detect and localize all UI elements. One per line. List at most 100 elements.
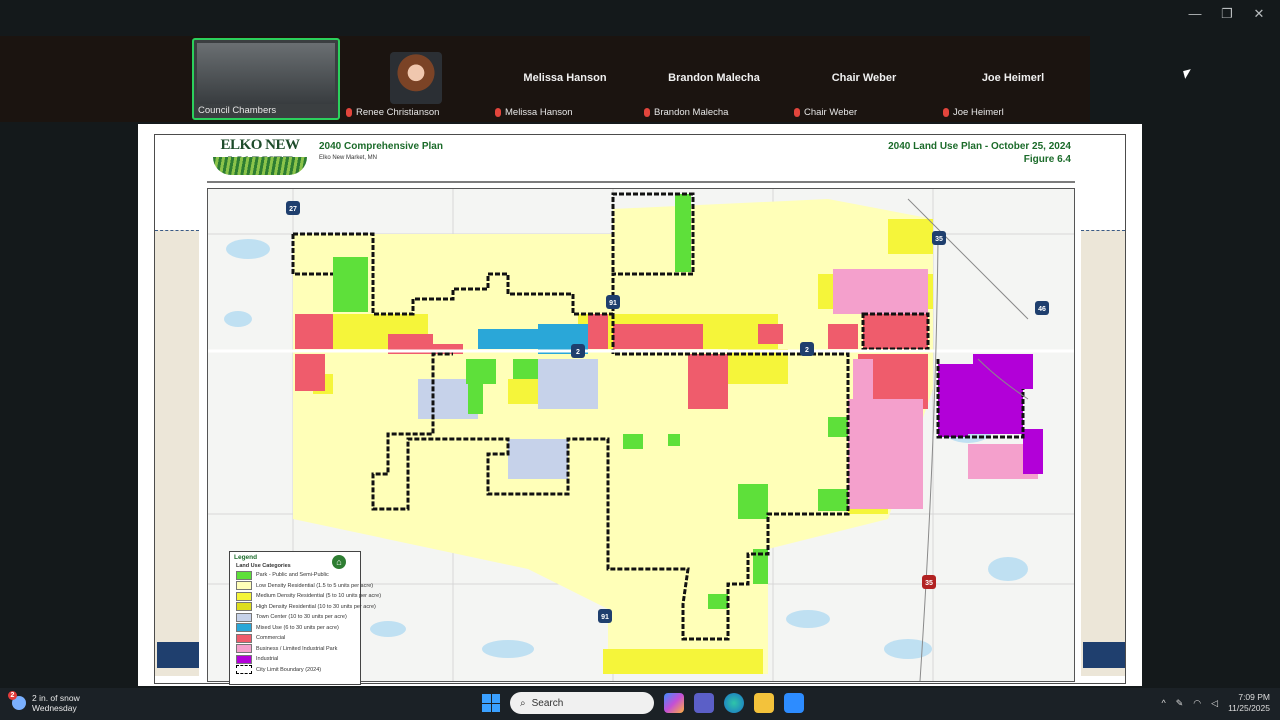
muted-mic-icon	[495, 108, 501, 117]
legend-item: Mixed Use (6 to 30 units per acre)	[236, 623, 381, 634]
legend-swatch	[236, 570, 252, 580]
muted-mic-icon	[644, 108, 650, 117]
svg-text:2: 2	[805, 347, 809, 354]
minimize-button[interactable]: —	[1188, 6, 1202, 22]
legend-label: Park - Public and Semi-Public	[256, 572, 329, 579]
participant-label: Melissa Hanson	[495, 107, 573, 118]
legend-label: High Density Residential (10 to 30 units…	[256, 603, 376, 610]
participant-label: Chair Weber	[794, 107, 857, 118]
participant-tile-council-chambers[interactable]: Council Chambers	[192, 38, 340, 120]
route-shield-35-icon: 35	[922, 575, 936, 589]
legend-list: Park - Public and Semi-Public Low Density…	[236, 570, 381, 675]
start-icon[interactable]	[482, 694, 500, 712]
slide-side-panel-left	[155, 230, 199, 676]
legend-label: Mixed Use (6 to 30 units per acre)	[256, 624, 339, 631]
participant-tile-brandon[interactable]: Brandon Malecha Brandon Malecha	[640, 38, 788, 120]
participant-label: Renee Christianson	[346, 107, 439, 118]
map-legend: Legend ⌂ Land Use Categories Park - Publ…	[229, 551, 381, 685]
svg-text:27: 27	[289, 206, 297, 213]
legend-title: Legend	[234, 554, 258, 561]
weather-widget[interactable]: 2 2 in. of snow Wednesday	[8, 691, 80, 713]
participant-label: Council Chambers	[198, 105, 277, 116]
route-shield-91-icon: 91	[606, 295, 620, 309]
legend-item: Medium Density Residential (5 to 10 unit…	[236, 591, 381, 602]
svg-text:35: 35	[935, 236, 943, 243]
legend-swatch	[236, 612, 252, 622]
system-tray: ^ ✎ ◠ ◁ 7:09 PM 11/25/2025	[1162, 692, 1270, 714]
plan-title: 2040 Comprehensive Plan	[319, 141, 443, 152]
participant-tile-renee[interactable]: Renee Christianson	[342, 38, 490, 120]
legend-item: Commercial	[236, 633, 381, 644]
muted-mic-icon	[346, 108, 352, 117]
volume-icon[interactable]: ◁	[1211, 698, 1218, 709]
legend-swatch	[236, 581, 252, 591]
muted-mic-icon	[794, 108, 800, 117]
weather-icon: 2	[8, 691, 26, 710]
participant-tile-joe[interactable]: Joe Heimerl Joe Heimerl	[939, 38, 1087, 120]
legend-label: Town Center (10 to 30 units per acre)	[256, 614, 347, 621]
city-logo: ELKO NEW MARKET	[211, 135, 309, 179]
legend-swatch	[236, 623, 252, 633]
window-controls: — ❐ ✕	[1188, 6, 1266, 22]
figure-label: Figure 6.4	[1023, 154, 1071, 165]
teams-icon[interactable]	[694, 693, 714, 713]
svg-text:35: 35	[925, 580, 933, 587]
mouse-cursor-icon	[1183, 69, 1193, 79]
zoom-app-icon[interactable]	[784, 693, 804, 713]
slide-side-panel-right	[1081, 230, 1125, 676]
route-shield-46-icon: 46	[1035, 301, 1049, 315]
legend-label: Medium Density Residential (5 to 10 unit…	[256, 593, 382, 600]
clock-time: 7:09 PM	[1238, 692, 1270, 702]
legend-item: Business / Limited Industrial Park	[236, 644, 381, 655]
participant-name: Chair Weber	[831, 72, 897, 84]
edge-browser-icon[interactable]	[724, 693, 744, 713]
legend-label: Commercial	[256, 635, 286, 642]
legend-label: Industrial	[256, 656, 279, 663]
pen-icon[interactable]: ✎	[1176, 698, 1184, 709]
svg-text:91: 91	[601, 614, 609, 621]
shared-screen: ELKO NEW MARKET 2040 Comprehensive Plan …	[138, 124, 1142, 686]
search-icon: ⌕	[520, 697, 526, 709]
svg-text:2: 2	[576, 349, 580, 356]
route-shield-91b-icon: 91	[598, 609, 612, 623]
svg-text:91: 91	[609, 300, 617, 307]
search-box[interactable]: ⌕ Search	[510, 692, 654, 714]
route-shield-2-icon: 2	[571, 344, 585, 358]
clock-date: 11/25/2025	[1228, 703, 1270, 713]
taskbar: 2 2 in. of snow Wednesday ⌕ Search ^ ✎ ◠ …	[0, 688, 1280, 720]
legend-label: Business / Limited Industrial Park	[256, 645, 338, 652]
participant-label: Brandon Malecha	[644, 107, 728, 118]
legend-swatch	[236, 602, 252, 612]
weather-condition: 2 in. of snow	[32, 693, 80, 703]
close-button[interactable]: ✕	[1252, 6, 1266, 22]
wifi-icon[interactable]: ◠	[1193, 698, 1201, 709]
slide-header: ELKO NEW MARKET 2040 Comprehensive Plan …	[207, 135, 1075, 183]
route-shield-27-icon: 27	[286, 201, 300, 215]
file-explorer-icon[interactable]	[754, 693, 774, 713]
route-shield-i35-icon: 35	[932, 231, 946, 245]
legend-item: Industrial	[236, 654, 381, 665]
legend-item: City Limit Boundary (2024)	[236, 665, 381, 676]
legend-category-title: Land Use Categories	[236, 563, 291, 569]
participant-label: Joe Heimerl	[943, 107, 1004, 118]
muted-mic-icon	[943, 108, 949, 117]
participant-tile-chair-weber[interactable]: Chair Weber Chair Weber	[790, 38, 938, 120]
legend-swatch	[236, 591, 252, 601]
maximize-button[interactable]: ❐	[1220, 6, 1234, 22]
legend-item: Park - Public and Semi-Public	[236, 570, 381, 581]
legend-swatch	[236, 644, 252, 654]
video-feed	[197, 43, 335, 104]
legend-label: Low Density Residential (1.5 to 5 units …	[256, 582, 374, 589]
clock[interactable]: 7:09 PM 11/25/2025	[1228, 692, 1270, 714]
legend-item: Town Center (10 to 30 units per acre)	[236, 612, 381, 623]
copilot-icon[interactable]	[664, 693, 684, 713]
participant-name: Joe Heimerl	[981, 72, 1045, 84]
avatar	[390, 52, 442, 104]
participant-tile-melissa[interactable]: Melissa Hanson Melissa Hanson	[491, 38, 639, 120]
participant-name: Melissa Hanson	[523, 72, 607, 84]
svg-text:46: 46	[1038, 306, 1046, 313]
participant-name: Brandon Malecha	[668, 72, 760, 84]
legend-item: High Density Residential (10 to 30 units…	[236, 602, 381, 613]
chevron-up-icon[interactable]: ^	[1162, 698, 1166, 708]
compass-icon: ⌂	[332, 555, 346, 569]
